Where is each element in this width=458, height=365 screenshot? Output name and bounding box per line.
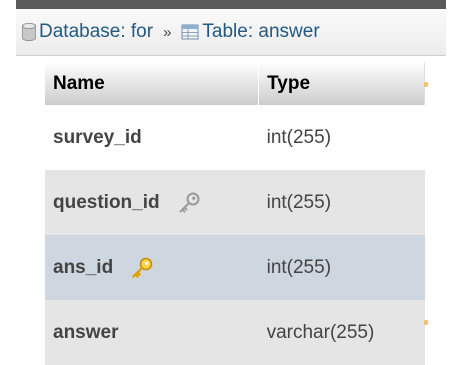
index-key-icon <box>177 191 201 215</box>
breadcrumb-table-link[interactable]: Table: answer <box>181 21 320 43</box>
field-name-cell: answer <box>45 300 259 365</box>
table-row[interactable]: survey_id int(255) <box>45 105 425 170</box>
table-row[interactable]: answer varchar(255) <box>45 300 425 365</box>
breadcrumb-database-link[interactable]: Database: for <box>22 21 153 43</box>
field-type-cell: varchar(255) <box>258 300 425 365</box>
field-type-cell: int(255) <box>258 170 425 235</box>
table-header-row: Name Type <box>45 62 425 105</box>
field-type: varchar(255) <box>266 321 375 343</box>
field-type-cell: int(255) <box>258 105 425 170</box>
breadcrumb-table-label: Table: answer <box>202 21 320 42</box>
clipped-column-marker <box>424 82 428 87</box>
breadcrumb-database-label: Database: for <box>39 21 154 42</box>
structure-table: Name Type survey_id int(255) question_id <box>45 62 425 365</box>
field-name: survey_id <box>53 126 142 148</box>
column-header-type[interactable]: Type <box>258 62 425 105</box>
primary-key-icon <box>130 256 154 280</box>
table-icon <box>181 23 199 41</box>
field-name: question_id <box>53 191 160 213</box>
database-icon <box>22 23 36 41</box>
field-type: int(255) <box>266 256 332 278</box>
column-header-name[interactable]: Name <box>45 62 259 105</box>
breadcrumb: Database: for » Table: answer <box>16 0 446 56</box>
field-name-cell: survey_id <box>45 105 259 170</box>
breadcrumb-separator: » <box>163 23 172 41</box>
table-row[interactable]: ans_id int(255) <box>45 235 425 300</box>
field-name: answer <box>53 321 119 343</box>
field-name: ans_id <box>53 256 114 278</box>
field-type: int(255) <box>266 191 332 213</box>
field-name-cell: ans_id <box>45 235 259 300</box>
field-type: int(255) <box>266 126 332 148</box>
field-name-cell: question_id <box>45 170 259 235</box>
field-type-cell: int(255) <box>258 235 425 300</box>
table-row[interactable]: question_id int(255) <box>45 170 425 235</box>
clipped-column-marker <box>424 320 428 325</box>
